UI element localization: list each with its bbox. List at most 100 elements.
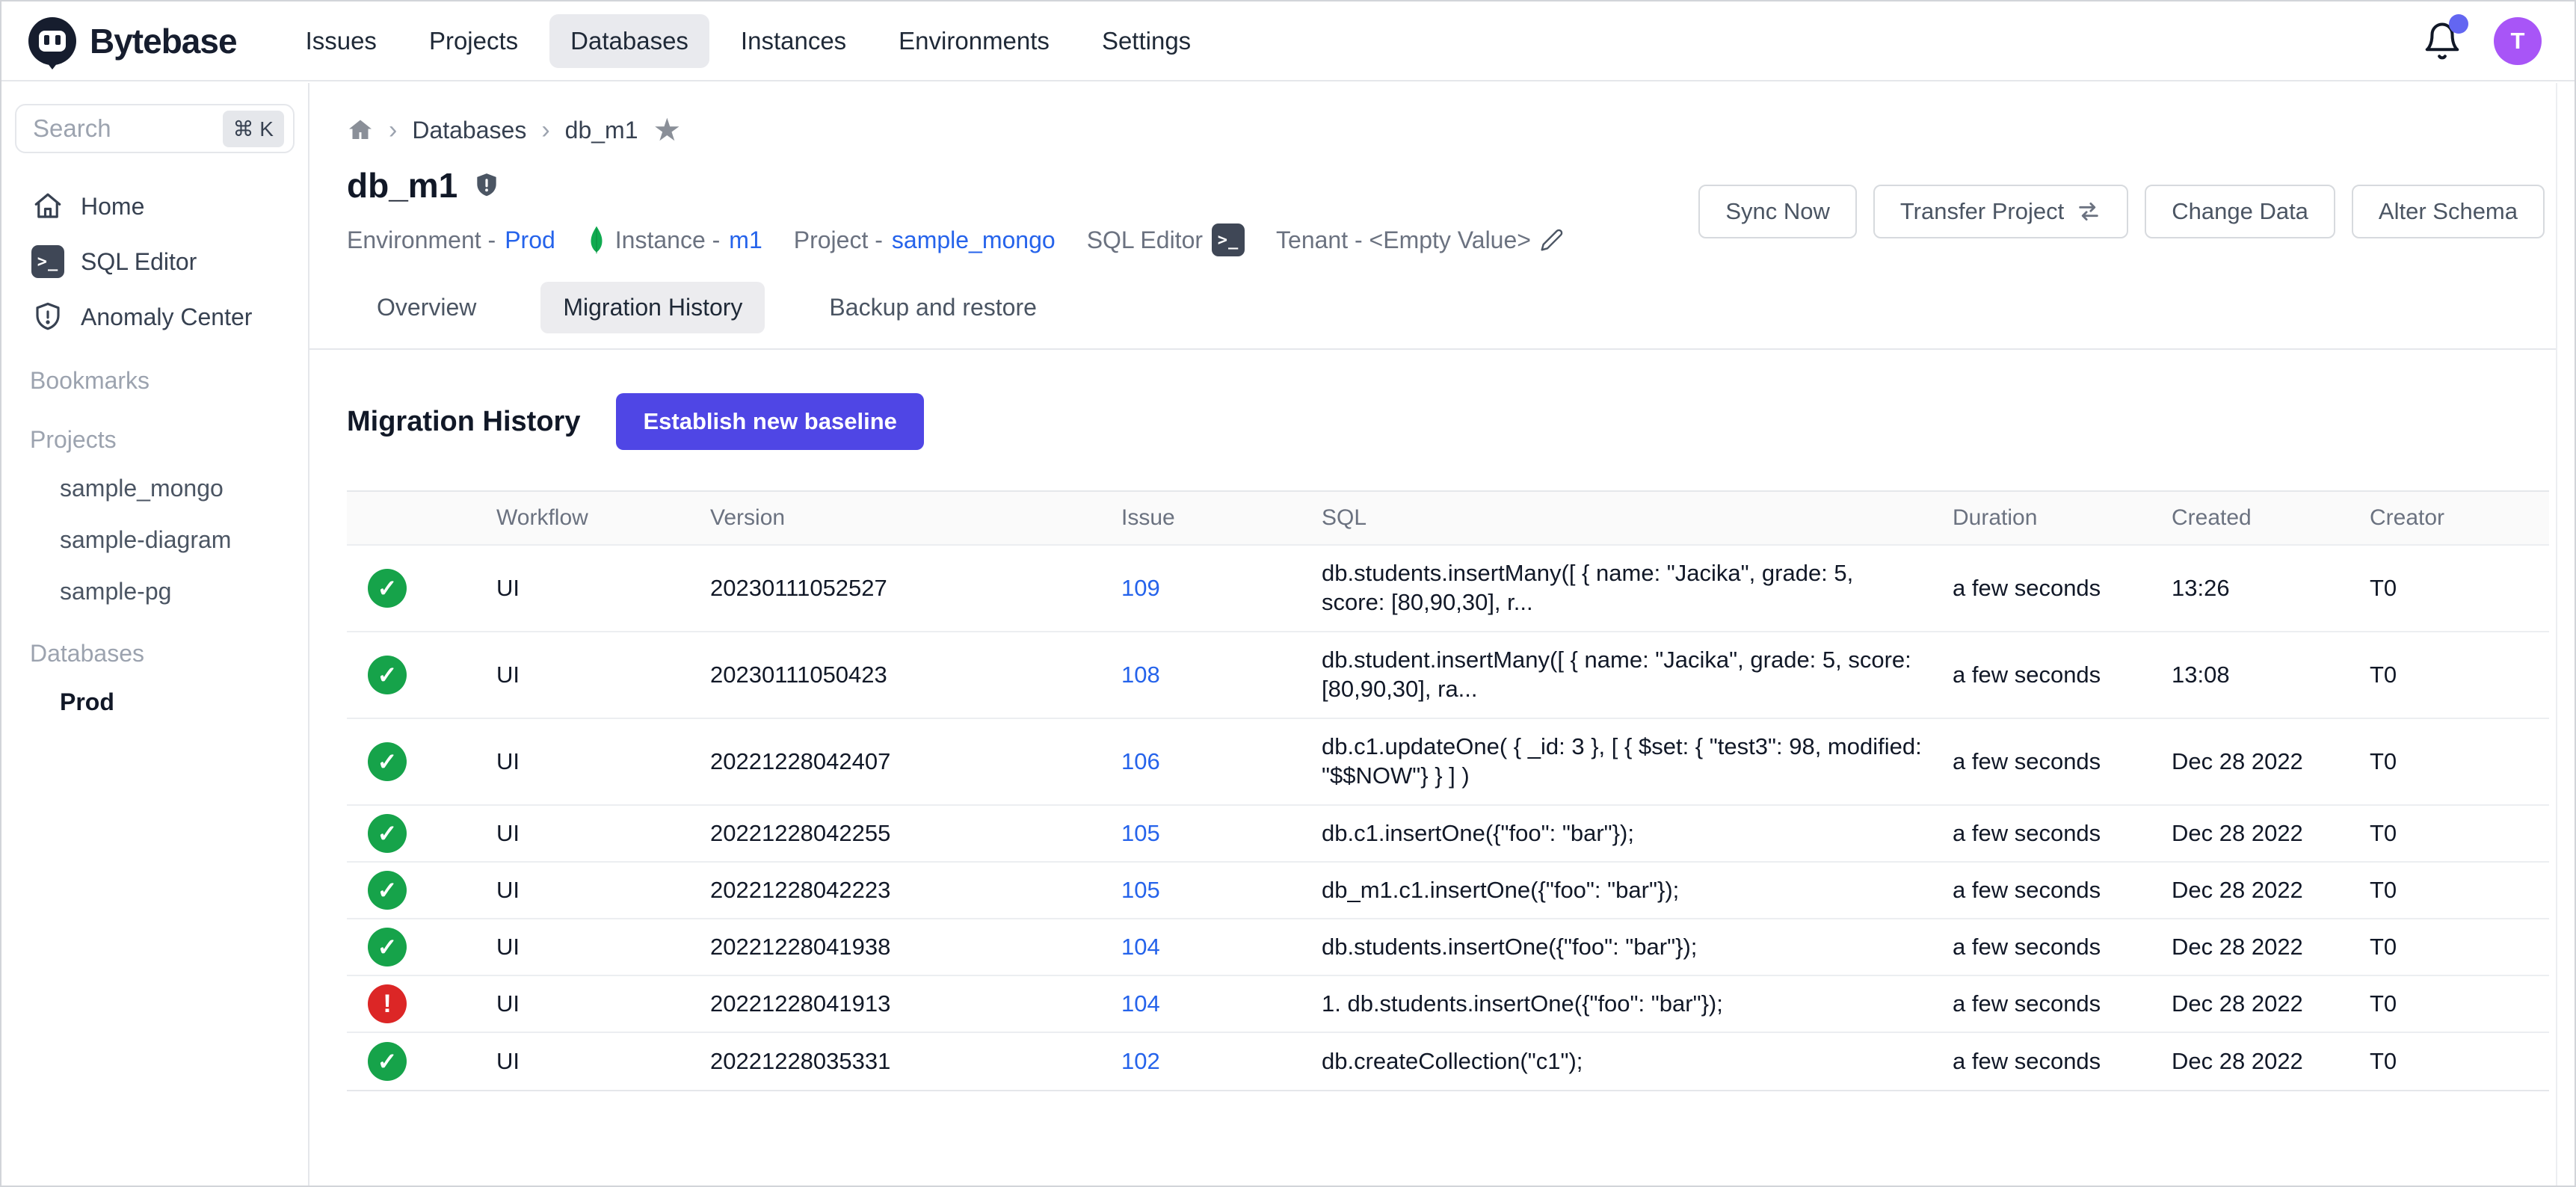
sidebar-project-sample-mongo[interactable]: sample_mongo — [13, 463, 296, 514]
sidebar-section-databases: Databases — [13, 617, 296, 676]
notification-dot — [2449, 14, 2468, 34]
search-shortcut-badge: ⌘ K — [223, 111, 284, 147]
nav-item-databases[interactable]: Databases — [549, 14, 709, 68]
issue-link[interactable]: 106 — [1121, 748, 1160, 774]
breadcrumb-databases[interactable]: Databases — [412, 117, 526, 144]
issue-link[interactable]: 108 — [1121, 662, 1160, 688]
workflow-cell: UI — [496, 748, 710, 775]
sidebar-project-sample-pg[interactable]: sample-pg — [13, 566, 296, 617]
issue-link[interactable]: 102 — [1121, 1048, 1160, 1074]
bookmark-star-icon[interactable]: ★ — [653, 114, 681, 146]
nav-item-issues[interactable]: Issues — [285, 14, 398, 68]
col-sql: SQL — [1322, 505, 1953, 531]
created-cell: Dec 28 2022 — [2172, 877, 2370, 904]
notifications-button[interactable] — [2422, 20, 2462, 62]
sync-now-button[interactable]: Sync Now — [1698, 185, 1857, 238]
table-row[interactable]: UI 20221228041913 104 1. db.students.ins… — [347, 976, 2549, 1033]
instance-label: Instance - — [615, 226, 721, 254]
created-cell: Dec 28 2022 — [2172, 934, 2370, 961]
creator-cell: T0 — [2370, 934, 2549, 961]
issue-link[interactable]: 104 — [1121, 934, 1160, 960]
breadcrumb-db-m1[interactable]: db_m1 — [565, 117, 638, 144]
table-row[interactable]: UI 20221228041938 104 db.students.insert… — [347, 919, 2549, 976]
version-cell: 20221228042223 — [710, 877, 1121, 904]
workflow-cell: UI — [496, 662, 710, 688]
workflow-cell: UI — [496, 575, 710, 602]
sidebar-section-bookmarks: Bookmarks — [13, 345, 296, 404]
establish-baseline-button[interactable]: Establish new baseline — [616, 393, 923, 450]
workflow-cell: UI — [496, 820, 710, 847]
workflow-cell: UI — [496, 1048, 710, 1075]
nav-item-environments[interactable]: Environments — [878, 14, 1070, 68]
bytebase-logo-icon — [28, 17, 76, 65]
version-cell: 20221228042255 — [710, 820, 1121, 847]
project-link[interactable]: sample_mongo — [892, 226, 1056, 254]
created-cell: Dec 28 2022 — [2172, 1048, 2370, 1075]
page-title: db_m1 — [347, 165, 457, 206]
home-breadcrumb-icon[interactable] — [347, 117, 374, 144]
migration-history-table: Workflow Version Issue SQL Duration Crea… — [347, 490, 2549, 1091]
creator-cell: T0 — [2370, 990, 2549, 1017]
environment-label: Environment - — [347, 226, 496, 254]
alter-schema-button[interactable]: Alter Schema — [2352, 185, 2545, 238]
sidebar-item-anomaly-center[interactable]: Anomaly Center — [13, 289, 296, 345]
nav-item-settings[interactable]: Settings — [1081, 14, 1212, 68]
table-row[interactable]: UI 20230111052527 109 db.students.insert… — [347, 546, 2549, 632]
sidebar-project-sample-diagram[interactable]: sample-diagram — [13, 514, 296, 566]
status-success-icon — [368, 656, 407, 694]
duration-cell: a few seconds — [1953, 820, 2172, 847]
version-cell: 20230111052527 — [710, 575, 1121, 602]
sidebar-item-sql-editor[interactable]: >_ SQL Editor — [13, 234, 296, 289]
duration-cell: a few seconds — [1953, 662, 2172, 688]
sidebar-item-home[interactable]: Home — [13, 179, 296, 234]
terminal-icon: >_ — [31, 245, 64, 278]
tab-overview[interactable]: Overview — [354, 282, 499, 333]
col-version: Version — [710, 505, 1121, 531]
sql-editor-label: SQL Editor — [1087, 226, 1203, 254]
scrollbar-track[interactable] — [2556, 83, 2575, 1186]
primary-nav: Issues Projects Databases Instances Envi… — [285, 14, 1212, 68]
tab-backup-and-restore[interactable]: Backup and restore — [807, 282, 1059, 333]
issue-link[interactable]: 104 — [1121, 990, 1160, 1017]
issue-link[interactable]: 105 — [1121, 877, 1160, 903]
pencil-icon[interactable] — [1540, 228, 1564, 252]
creator-cell: T0 — [2370, 877, 2549, 904]
creator-cell: T0 — [2370, 1048, 2549, 1075]
status-success-icon — [368, 569, 407, 608]
table-row[interactable]: UI 20221228042223 105 db_m1.c1.insertOne… — [347, 863, 2549, 919]
sql-cell: db.createCollection("c1"); — [1322, 1035, 1953, 1088]
sidebar-database-prod[interactable]: Prod — [13, 676, 296, 728]
workflow-cell: UI — [496, 934, 710, 961]
duration-cell: a few seconds — [1953, 748, 2172, 775]
table-row[interactable]: UI 20221228035331 102 db.createCollectio… — [347, 1033, 2549, 1090]
created-cell: 13:08 — [2172, 662, 2370, 688]
main-content: › Databases › db_m1 ★ db_m1 Sync Now Tra… — [309, 81, 2575, 1091]
issue-link[interactable]: 109 — [1121, 575, 1160, 601]
table-row[interactable]: UI 20221228042407 106 db.c1.updateOne( {… — [347, 719, 2549, 806]
avatar[interactable]: T — [2494, 17, 2542, 65]
tab-migration-history[interactable]: Migration History — [540, 282, 765, 333]
brand[interactable]: Bytebase — [28, 17, 237, 65]
sql-editor-terminal-icon[interactable]: >_ — [1212, 223, 1245, 256]
status-success-icon — [368, 928, 407, 966]
status-error-icon — [368, 984, 407, 1023]
tab-bar: Overview Migration History Backup and re… — [309, 282, 2575, 350]
transfer-project-button[interactable]: Transfer Project — [1873, 185, 2128, 238]
tenant-label: Tenant - <Empty Value> — [1276, 226, 1531, 254]
search-input[interactable]: Search ⌘ K — [15, 104, 295, 153]
home-icon — [31, 191, 64, 222]
version-cell: 20221228041913 — [710, 990, 1121, 1017]
issue-link[interactable]: 105 — [1121, 820, 1160, 846]
change-data-button[interactable]: Change Data — [2145, 185, 2335, 238]
instance-link[interactable]: m1 — [729, 226, 762, 254]
nav-item-instances[interactable]: Instances — [720, 14, 867, 68]
table-row[interactable]: UI 20221228042255 105 db.c1.insertOne({"… — [347, 806, 2549, 863]
environment-link[interactable]: Prod — [505, 226, 555, 254]
nav-item-projects[interactable]: Projects — [408, 14, 539, 68]
table-row[interactable]: UI 20230111050423 108 db.student.insertM… — [347, 632, 2549, 719]
sidebar-item-label: SQL Editor — [81, 248, 197, 276]
created-cell: 13:26 — [2172, 575, 2370, 602]
col-issue: Issue — [1121, 505, 1322, 531]
duration-cell: a few seconds — [1953, 1048, 2172, 1075]
creator-cell: T0 — [2370, 820, 2549, 847]
